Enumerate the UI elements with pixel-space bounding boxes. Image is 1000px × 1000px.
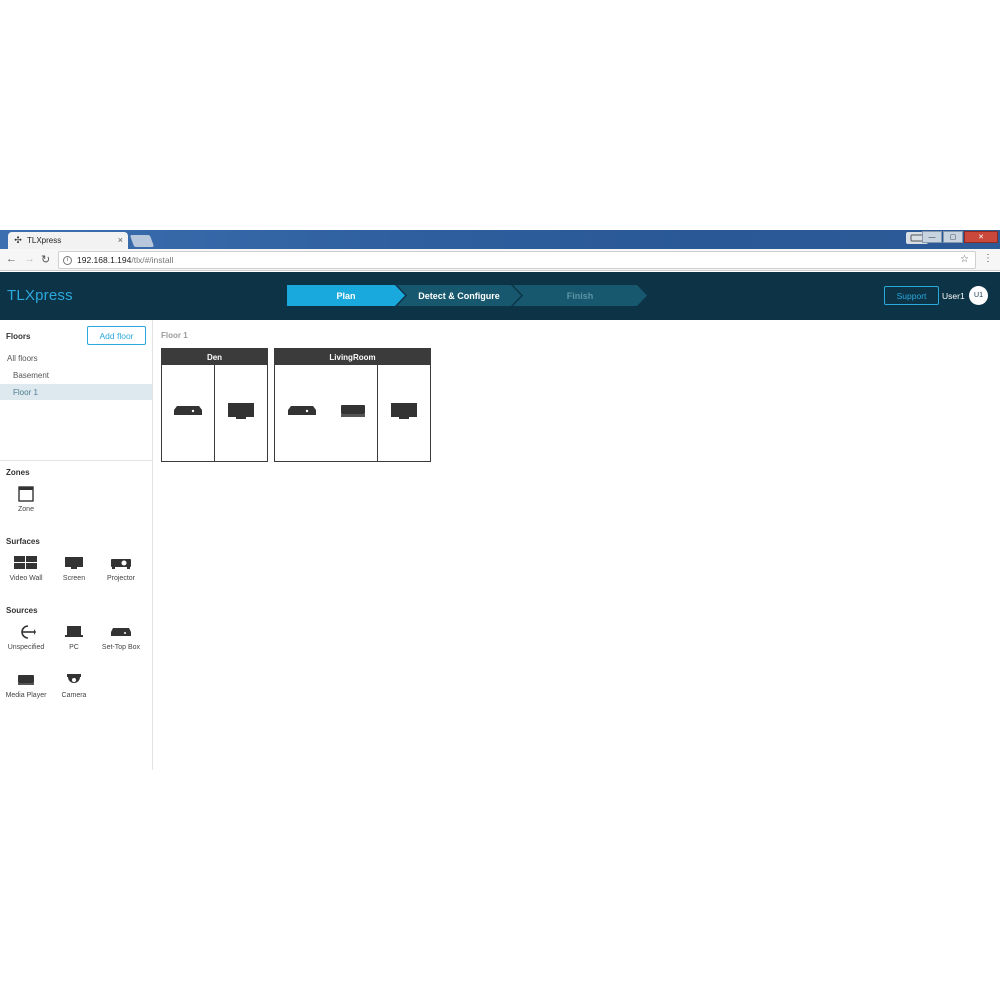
surfaces-title: Surfaces (6, 537, 40, 546)
sources-title: Sources (6, 606, 38, 615)
zones-title: Zones (6, 468, 30, 477)
tool-media-player[interactable]: Media Player (2, 671, 50, 699)
tool-media-player-label: Media Player (5, 692, 47, 699)
tool-screen[interactable]: Screen (50, 554, 98, 582)
zone-source-cell[interactable] (275, 365, 377, 461)
forward-arrow-icon[interactable]: → (24, 253, 35, 265)
floor-item-floor-1[interactable]: Floor 1 (0, 384, 152, 400)
app-logo: TLXpress (7, 287, 73, 304)
zone-icon (2, 485, 50, 503)
laptop-icon (50, 623, 98, 641)
screen-icon[interactable] (227, 402, 255, 425)
back-arrow-icon[interactable]: ← (6, 253, 17, 265)
bookmark-star-icon[interactable]: ☆ (960, 254, 969, 265)
set-top-box-icon (97, 623, 145, 641)
zone-title: LivingRoom (275, 349, 430, 365)
zone-surface-cell[interactable] (377, 365, 430, 461)
close-window-button[interactable]: ✕ (964, 231, 998, 243)
new-tab-button[interactable] (129, 235, 155, 247)
zone-source-cell[interactable] (162, 365, 214, 461)
tool-pc[interactable]: PC (50, 623, 98, 651)
address-bar[interactable]: i 192.168.1.194/tlx/#/install ☆ (58, 251, 976, 269)
window-controls: — ▢ ✕ (922, 231, 998, 243)
projector-icon (97, 554, 145, 572)
close-tab-icon[interactable]: × (118, 235, 123, 245)
tool-unspecified-label: Unspecified (7, 644, 45, 651)
media-player-icon (2, 671, 50, 689)
minimize-button[interactable]: — (922, 231, 942, 243)
step-detect-configure[interactable]: Detect & Configure (397, 285, 521, 306)
media-player-icon[interactable] (340, 404, 366, 423)
zone-card-den[interactable]: Den (161, 348, 268, 462)
support-button[interactable]: Support (884, 286, 939, 305)
browser-tab[interactable]: ✣ TLXpress × (8, 232, 128, 249)
floor-label: Floor 1 (161, 331, 188, 340)
zone-body (162, 365, 267, 461)
add-floor-button[interactable]: Add floor (87, 326, 146, 345)
set-top-box-icon[interactable] (173, 404, 203, 422)
floor-item-basement[interactable]: Basement (0, 367, 152, 383)
tool-set-top-box[interactable]: Set-Top Box (97, 623, 145, 651)
tool-screen-label: Screen (62, 575, 86, 582)
url-host: 192.168.1.194 (77, 255, 132, 265)
sidebar-divider (0, 460, 152, 461)
site-info-icon[interactable]: i (63, 255, 72, 265)
tool-projector[interactable]: Projector (97, 554, 145, 582)
app-header: TLXpress Plan Detect & Configure Finish … (0, 272, 1000, 320)
browser-toolbar: ← → ↻ i 192.168.1.194/tlx/#/install ☆ ⋮ (0, 249, 1000, 271)
tool-pc-label: PC (69, 644, 79, 651)
step-plan[interactable]: Plan (287, 285, 405, 306)
step-finish: Finish (513, 285, 647, 306)
avatar[interactable]: U1 (969, 286, 988, 305)
tool-camera-label: Camera (61, 692, 87, 699)
tool-unspecified[interactable]: Unspecified (2, 623, 50, 651)
set-top-box-icon[interactable] (287, 404, 317, 422)
camera-icon (50, 671, 98, 689)
tool-projector-label: Projector (106, 575, 135, 582)
browser-tab-strip: ✣ TLXpress × — ▢ ✕ (0, 230, 1000, 249)
tool-zone[interactable]: Zone (2, 485, 50, 513)
maximize-button[interactable]: ▢ (943, 231, 963, 243)
unspecified-source-icon (2, 623, 50, 641)
tool-video-wall-label: Video Wall (9, 575, 43, 582)
browser-menu-icon[interactable]: ⋮ (983, 253, 993, 264)
zone-card-livingroom[interactable]: LivingRoom (274, 348, 431, 462)
tlxpress-favicon-icon: ✣ (14, 235, 22, 245)
reload-icon[interactable]: ↻ (41, 253, 50, 266)
sidebar: Floors Add floor All floors Basement Flo… (0, 320, 153, 770)
url-path: /tlx/#/install (131, 255, 174, 265)
tool-zone-label: Zone (18, 506, 34, 513)
floor-plan-canvas[interactable]: Floor 1 Den LivingRoom (153, 320, 1000, 770)
zone-body (275, 365, 430, 461)
screen-icon[interactable] (390, 402, 418, 425)
zone-title: Den (162, 349, 267, 365)
tool-video-wall[interactable]: Video Wall (2, 554, 50, 582)
screen-icon (50, 554, 98, 572)
floor-item-all[interactable]: All floors (0, 350, 152, 366)
video-wall-icon (2, 554, 50, 572)
tool-set-top-box-label: Set-Top Box (101, 644, 141, 651)
tool-camera[interactable]: Camera (50, 671, 98, 699)
zone-surface-cell[interactable] (214, 365, 267, 461)
user-name[interactable]: User1 (942, 291, 965, 301)
floors-title: Floors (6, 332, 31, 341)
browser-window: ✣ TLXpress × — ▢ ✕ ← → ↻ i 192.168.1.194… (0, 230, 1000, 770)
browser-tab-title: TLXpress (27, 236, 62, 245)
